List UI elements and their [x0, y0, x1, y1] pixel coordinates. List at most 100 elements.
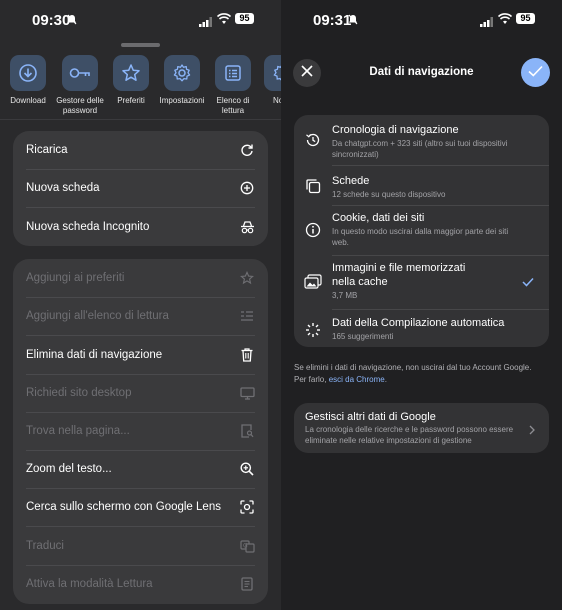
confirm-button[interactable] [521, 58, 550, 87]
toolbar-password-manager-button[interactable]: Gestore delle password [51, 55, 109, 116]
wifi-icon [216, 12, 232, 30]
option-title: Cronologia di navigazione [332, 124, 459, 136]
download-icon [10, 55, 46, 91]
data-option-autofill[interactable]: Dati della Compilazione automatica 165 s… [294, 309, 549, 347]
menu-item-label: Aggiungi ai preferiti [26, 272, 125, 284]
gear-icon [264, 55, 281, 91]
manage-google-data-row[interactable]: Gestisci altri dati di Google La cronolo… [294, 403, 549, 453]
menu-item-reader-mode[interactable]: Attiva la modalità Lettura [13, 565, 268, 603]
checkmark-icon [528, 64, 543, 82]
note-suffix: . [384, 375, 387, 384]
menu-item-label: Nuova scheda Incognito [26, 221, 150, 233]
menu-item-label: Traduci [26, 540, 64, 552]
menu-item-translate[interactable]: Traduci G [13, 527, 268, 565]
toolbar-label: Impostazioni [159, 96, 205, 105]
option-title: Cookie, dati dei siti [332, 212, 425, 224]
option-subtitle: 165 suggerimenti [332, 332, 394, 341]
status-time: 09:30 [32, 12, 71, 29]
menu-item-google-lens[interactable]: Cerca sullo schermo con Google Lens [13, 488, 268, 526]
tabs-icon [304, 177, 322, 195]
find-in-page-icon [239, 423, 255, 439]
incognito-icon [239, 219, 255, 235]
option-title: Immagini e file memorizzati nella cache [332, 262, 466, 288]
option-subtitle: In questo modo uscirai dalla maggior par… [332, 227, 509, 247]
reading-list-icon [239, 308, 255, 324]
menu-item-label: Elimina dati di navigazione [26, 349, 163, 361]
key-icon [62, 55, 98, 91]
menu-item-label: Attiva la modalità Lettura [26, 578, 153, 590]
menu-item-label: Ricarica [26, 144, 68, 156]
menu-item-label: Trova nella pagina... [26, 425, 130, 437]
mute-bell-icon [67, 14, 77, 28]
wifi-icon [497, 12, 513, 30]
page-title: Dati di navigazione [369, 66, 474, 78]
divider [0, 119, 281, 120]
menu-item-text-zoom[interactable]: Zoom del testo... [13, 450, 268, 488]
data-option-history[interactable]: Cronologia di navigazione Da chatgpt.com… [294, 115, 549, 165]
history-icon [304, 131, 322, 149]
toolbar-label: No [273, 96, 281, 105]
toolbar-label: Elenco di lettura [216, 96, 250, 115]
status-bar: 09:31 95 [281, 0, 562, 40]
toolbar-bookmarks-button[interactable]: Preferiti [103, 55, 159, 106]
trash-icon [239, 347, 255, 363]
reader-mode-icon [239, 576, 255, 592]
toolbar-label: Download [10, 96, 46, 105]
signal-icon [199, 14, 213, 32]
battery-icon: 95 [516, 13, 535, 24]
zoom-icon [239, 461, 255, 477]
menu-item-label: Cerca sullo schermo con Google Lens [26, 501, 221, 513]
data-option-cookies[interactable]: Cookie, dati dei siti In questo modo usc… [294, 205, 549, 255]
manage-subtitle: La cronologia delle ricerche e le passwo… [305, 425, 514, 445]
status-time: 09:31 [313, 12, 352, 29]
toolbar-label: Preferiti [117, 96, 145, 105]
status-bar: 09:30 95 [0, 0, 281, 40]
menu-item-new-incognito-tab[interactable]: Nuova scheda Incognito [13, 208, 268, 246]
clear-browsing-data-panel: 09:31 95 Dati di navigazione Cronologia … [281, 0, 562, 610]
menu-item-reload[interactable]: Ricarica [13, 131, 268, 169]
account-note: Se elimini i dati di navigazione, non us… [294, 362, 539, 386]
toolbar-label: Gestore delle password [56, 96, 104, 115]
menu-item-label: Aggiungi all'elenco di lettura [26, 310, 169, 322]
overflow-menu-panel: 09:30 95 Download Gestore delle password… [0, 0, 281, 610]
autofill-icon [304, 321, 322, 339]
chevron-right-icon [529, 422, 535, 440]
menu-item-add-reading-list[interactable]: Aggiungi all'elenco di lettura [13, 297, 268, 335]
sign-out-link[interactable]: esci da Chrome [329, 375, 385, 384]
desktop-icon [239, 385, 255, 401]
toolbar-more-button[interactable]: No [256, 55, 281, 106]
option-title: Schede [332, 175, 370, 187]
gear-icon [164, 55, 200, 91]
signal-icon [480, 14, 494, 32]
menu-item-new-tab[interactable]: Nuova scheda [13, 169, 268, 207]
toolbar-reading-list-button[interactable]: Elenco di lettura [205, 55, 261, 116]
manage-title: Gestisci altri dati di Google [305, 411, 436, 423]
toolbar-settings-button[interactable]: Impostazioni [154, 55, 210, 106]
lens-icon [239, 499, 255, 515]
info-icon [304, 221, 322, 239]
option-subtitle: 3,7 MB [332, 291, 358, 300]
reading-list-icon [215, 55, 251, 91]
data-option-cache[interactable]: Immagini e file memorizzati nella cache … [294, 255, 549, 309]
menu-item-add-bookmark[interactable]: Aggiungi ai preferiti [13, 259, 268, 297]
option-subtitle: Da chatgpt.com + 323 siti (altro sui tuo… [332, 139, 508, 159]
checkmark-icon [522, 274, 534, 292]
toolbar-download-button[interactable]: Download [0, 55, 56, 106]
menu-item-clear-browsing-data[interactable]: Elimina dati di navigazione [13, 336, 268, 374]
menu-item-find-in-page[interactable]: Trova nella pagina... [13, 412, 268, 450]
data-types-card: Cronologia di navigazione Da chatgpt.com… [294, 115, 549, 347]
menu-item-request-desktop-site[interactable]: Richiedi sito desktop [13, 374, 268, 412]
battery-icon: 95 [235, 13, 254, 24]
plus-circle-icon [239, 180, 255, 196]
sheet-grabber[interactable] [121, 43, 160, 47]
menu-item-label: Nuova scheda [26, 182, 100, 194]
star-icon [113, 55, 149, 91]
data-option-tabs[interactable]: Schede 12 schede su questo dispositivo [294, 165, 549, 205]
menu-card-secondary: Aggiungi ai preferiti Aggiungi all'elenc… [13, 259, 268, 604]
image-cache-icon [304, 273, 322, 291]
translate-icon: G [239, 538, 255, 554]
svg-text:G: G [243, 542, 248, 549]
menu-item-label: Zoom del testo... [26, 463, 112, 475]
option-title: Dati della Compilazione automatica [332, 317, 505, 329]
menu-item-label: Richiedi sito desktop [26, 387, 132, 399]
